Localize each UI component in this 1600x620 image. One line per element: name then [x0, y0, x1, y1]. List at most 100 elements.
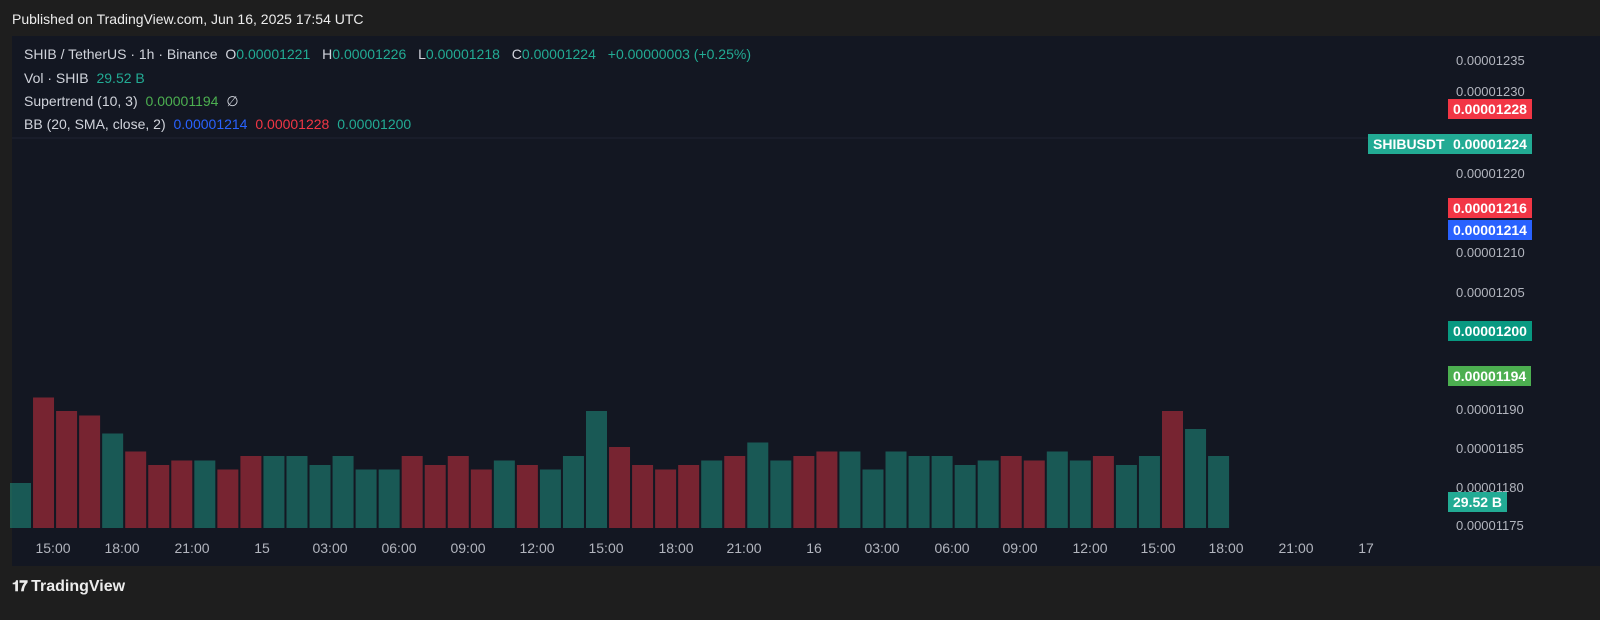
legend-bollinger[interactable]: BB (20, SMA, close, 2) 0.00001214 0.0000…: [24, 116, 415, 132]
volume-bar: [655, 469, 677, 528]
footer: [0, 566, 1600, 620]
volume-bar: [286, 456, 308, 528]
legend-ohlc: SHIB / TetherUS · 1h · Binance O0.000012…: [24, 46, 755, 62]
volume-bar: [862, 469, 884, 528]
supertrend-label: Supertrend (10, 3): [24, 93, 138, 109]
close-label: C: [511, 46, 522, 62]
volume-bar: [1115, 465, 1137, 528]
x-tick: 06:00: [934, 540, 970, 556]
volume-bar: [217, 469, 239, 528]
supertrend-empty-icon: ∅: [226, 93, 239, 109]
volume-bar: [816, 451, 838, 528]
volume-bar: [194, 460, 216, 528]
x-tick: 03:00: [312, 540, 348, 556]
volume-bar: [1069, 460, 1091, 528]
volume-tag: 29.52 B: [1448, 492, 1508, 512]
volume-bar: [1046, 451, 1068, 528]
volume-bar: [378, 469, 400, 528]
bb-lower-value: 0.00001200: [337, 116, 412, 132]
supertrend-value: 0.00001194: [145, 93, 219, 109]
volume-bar: [839, 451, 861, 528]
volume-value: 29.52 B: [96, 70, 145, 86]
volume-bar: [1208, 456, 1230, 528]
volume-bar: [447, 456, 469, 528]
x-tick: 15:00: [35, 540, 71, 556]
volume-bar: [10, 483, 31, 528]
volume-bar: [562, 456, 584, 528]
volume-bar: [609, 447, 631, 528]
volume-bar: [171, 460, 193, 528]
tradingview-logo-icon: 𝟏𝟕: [12, 578, 28, 595]
volume-bar: [701, 460, 723, 528]
x-tick: 16: [806, 540, 822, 556]
volume-bar: [931, 456, 953, 528]
volume-bar: [240, 456, 262, 528]
volume-bar: [885, 451, 907, 528]
y-tick: 0.00001235: [1456, 53, 1525, 68]
x-tick: 09:00: [450, 540, 486, 556]
volume-bar: [516, 465, 538, 528]
open-value: 0.00001221: [236, 46, 311, 62]
y-tick: 0.00001205: [1456, 285, 1525, 300]
x-tick: 18:00: [104, 540, 140, 556]
volume-bar: [747, 442, 769, 528]
supertrend-tag: 0.00001194: [1448, 366, 1532, 386]
y-tick: 0.00001175: [1456, 518, 1524, 533]
x-tick: 06:00: [381, 540, 417, 556]
tradingview-logo[interactable]: 𝟏𝟕 TradingView: [12, 578, 125, 596]
low-value: 0.00001218: [425, 46, 500, 62]
high-value: 0.00001226: [332, 46, 407, 62]
volume-bar: [770, 460, 792, 528]
volume-bar: [332, 456, 354, 528]
volume-bar: [56, 411, 78, 528]
open-label: O: [225, 46, 237, 62]
bb-basis-tag: 0.00001214: [1448, 220, 1532, 240]
x-tick: 21:00: [174, 540, 210, 556]
volume-bar: [1162, 411, 1183, 528]
legend-supertrend[interactable]: Supertrend (10, 3) 0.00001194 ∅: [24, 93, 243, 110]
last-price-tag: 0.00001224: [1448, 134, 1532, 154]
close-value: 0.00001224: [521, 46, 596, 62]
legend-symbol[interactable]: SHIB / TetherUS · 1h · Binance: [24, 46, 218, 62]
change-value: +0.00000003 (+0.25%): [607, 46, 751, 62]
y-tick: 0.00001185: [1456, 441, 1524, 456]
volume-bar: [263, 456, 285, 528]
x-tick: 21:00: [1278, 540, 1314, 556]
x-tick: 18:00: [658, 540, 694, 556]
volume-bar: [470, 469, 492, 528]
chart-background: [12, 36, 1440, 530]
volume-bar: [493, 460, 515, 528]
volume-bar: [401, 456, 423, 528]
volume-bar: [309, 465, 331, 528]
x-tick: 15:00: [1140, 540, 1176, 556]
volume-bar: [102, 433, 124, 528]
volume-bar: [125, 451, 147, 528]
volume-bar: [586, 411, 607, 528]
volume-bar: [954, 465, 976, 528]
volume-bar: [148, 465, 170, 528]
volume-bar: [632, 465, 654, 528]
y-tick: 0.00001210: [1456, 245, 1525, 260]
volume-bar: [1138, 456, 1160, 528]
volume-bar: [1185, 429, 1207, 528]
volume-bar: [79, 415, 101, 528]
volume-bar: [355, 469, 377, 528]
bb-basis-value: 0.00001214: [173, 116, 248, 132]
volume-bar: [1092, 456, 1114, 528]
high-label: H: [322, 46, 333, 62]
volume-bar: [793, 456, 815, 528]
volume-bar: [1023, 460, 1045, 528]
bb-label: BB (20, SMA, close, 2): [24, 116, 166, 132]
x-tick: 12:00: [519, 540, 555, 556]
volume-bar: [539, 469, 561, 528]
volume-bar: [908, 456, 930, 528]
x-tick: 03:00: [864, 540, 900, 556]
legend-volume[interactable]: Vol · SHIB 29.52 B: [24, 70, 149, 86]
y-tick: 0.00001220: [1456, 166, 1525, 181]
volume-bar: [33, 397, 55, 528]
y-tick: 0.00001230: [1456, 84, 1525, 99]
x-tick: 17: [1358, 540, 1374, 556]
bb-upper-value: 0.00001228: [255, 116, 330, 132]
volume-bar: [1000, 456, 1022, 528]
volume-bar: [678, 465, 700, 528]
